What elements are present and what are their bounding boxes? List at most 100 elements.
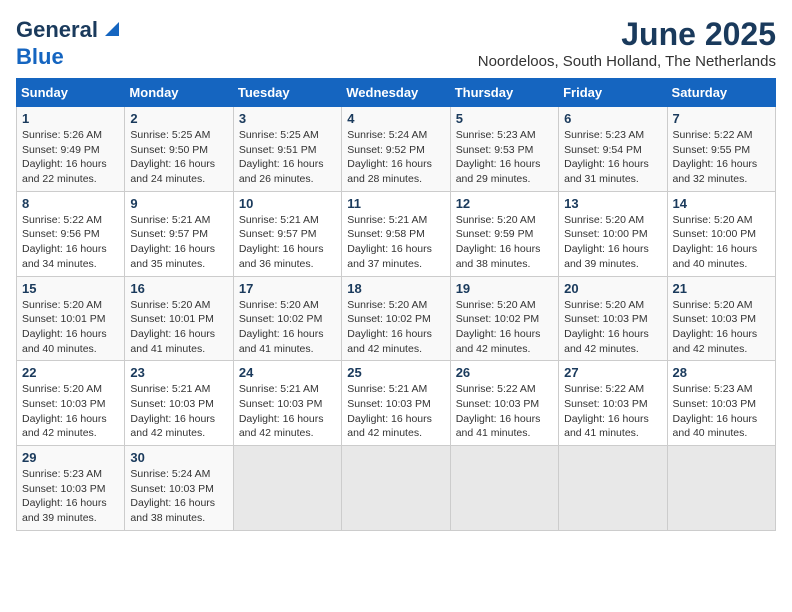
day-number: 2 [130,111,227,126]
calendar-cell: 10 Sunrise: 5:21 AMSunset: 9:57 PMDayligh… [233,191,341,276]
day-number: 28 [673,365,770,380]
day-info: Sunrise: 5:20 AMSunset: 9:59 PMDaylight:… [456,213,553,272]
day-info: Sunrise: 5:21 AMSunset: 9:57 PMDaylight:… [130,213,227,272]
day-number: 22 [22,365,119,380]
calendar-cell: 30 Sunrise: 5:24 AMSunset: 10:03 PMDaylig… [125,446,233,531]
calendar-cell: 20 Sunrise: 5:20 AMSunset: 10:03 PMDaylig… [559,276,667,361]
calendar-cell: 12 Sunrise: 5:20 AMSunset: 9:59 PMDayligh… [450,191,558,276]
day-info: Sunrise: 5:20 AMSunset: 10:03 PMDaylight… [22,382,119,441]
day-number: 4 [347,111,444,126]
day-number: 19 [456,281,553,296]
calendar-cell: 1 Sunrise: 5:26 AMSunset: 9:49 PMDaylight… [17,107,125,192]
day-number: 26 [456,365,553,380]
day-info: Sunrise: 5:20 AMSunset: 10:01 PMDaylight… [130,298,227,357]
day-info: Sunrise: 5:25 AMSunset: 9:50 PMDaylight:… [130,128,227,187]
calendar-week-row: 22 Sunrise: 5:20 AMSunset: 10:03 PMDaylig… [17,361,776,446]
day-info: Sunrise: 5:22 AMSunset: 9:56 PMDaylight:… [22,213,119,272]
calendar-cell: 11 Sunrise: 5:21 AMSunset: 9:58 PMDayligh… [342,191,450,276]
calendar-week-row: 1 Sunrise: 5:26 AMSunset: 9:49 PMDaylight… [17,107,776,192]
calendar-cell: 4 Sunrise: 5:24 AMSunset: 9:52 PMDaylight… [342,107,450,192]
column-header-sunday: Sunday [17,79,125,107]
day-info: Sunrise: 5:21 AMSunset: 10:03 PMDaylight… [347,382,444,441]
calendar-cell: 28 Sunrise: 5:23 AMSunset: 10:03 PMDaylig… [667,361,775,446]
day-number: 6 [564,111,661,126]
day-info: Sunrise: 5:21 AMSunset: 10:03 PMDaylight… [239,382,336,441]
day-info: Sunrise: 5:26 AMSunset: 9:49 PMDaylight:… [22,128,119,187]
day-number: 11 [347,196,444,211]
logo-text-blue: Blue [16,44,64,69]
day-info: Sunrise: 5:21 AMSunset: 9:57 PMDaylight:… [239,213,336,272]
day-info: Sunrise: 5:20 AMSunset: 10:00 PMDaylight… [564,213,661,272]
day-number: 27 [564,365,661,380]
day-info: Sunrise: 5:20 AMSunset: 10:03 PMDaylight… [673,298,770,357]
day-number: 1 [22,111,119,126]
column-header-wednesday: Wednesday [342,79,450,107]
column-header-monday: Monday [125,79,233,107]
day-number: 29 [22,450,119,465]
day-info: Sunrise: 5:20 AMSunset: 10:00 PMDaylight… [673,213,770,272]
calendar-cell: 15 Sunrise: 5:20 AMSunset: 10:01 PMDaylig… [17,276,125,361]
calendar-cell: 21Sunrise: 5:20 AMSunset: 10:03 PMDaylig… [667,276,775,361]
day-info: Sunrise: 5:22 AMSunset: 10:03 PMDaylight… [456,382,553,441]
calendar-cell [450,446,558,531]
day-info: Sunrise: 5:22 AMSunset: 10:03 PMDaylight… [564,382,661,441]
day-number: 20 [564,281,661,296]
logo: General Blue [16,16,123,69]
day-info: Sunrise: 5:22 AMSunset: 9:55 PMDaylight:… [673,128,770,187]
calendar-cell [342,446,450,531]
column-header-saturday: Saturday [667,79,775,107]
calendar-cell: 5Sunrise: 5:23 AMSunset: 9:53 PMDaylight… [450,107,558,192]
location-subtitle: Noordeloos, South Holland, The Netherlan… [478,53,776,70]
day-number: 17 [239,281,336,296]
day-number: 12 [456,196,553,211]
calendar-cell: 27 Sunrise: 5:22 AMSunset: 10:03 PMDaylig… [559,361,667,446]
calendar-week-row: 8 Sunrise: 5:22 AMSunset: 9:56 PMDaylight… [17,191,776,276]
day-info: Sunrise: 5:20 AMSunset: 10:02 PMDaylight… [239,298,336,357]
calendar-cell: 3Sunrise: 5:25 AMSunset: 9:51 PMDaylight… [233,107,341,192]
calendar-cell: 24Sunrise: 5:21 AMSunset: 10:03 PMDaylig… [233,361,341,446]
day-info: Sunrise: 5:20 AMSunset: 10:02 PMDaylight… [347,298,444,357]
calendar-week-row: 29Sunrise: 5:23 AMSunset: 10:03 PMDaylig… [17,446,776,531]
calendar-cell: 19 Sunrise: 5:20 AMSunset: 10:02 PMDaylig… [450,276,558,361]
page-header: General Blue June 2025 Noordeloos, South… [16,16,776,70]
column-header-tuesday: Tuesday [233,79,341,107]
day-number: 18 [347,281,444,296]
day-info: Sunrise: 5:25 AMSunset: 9:51 PMDaylight:… [239,128,336,187]
calendar-cell: 22 Sunrise: 5:20 AMSunset: 10:03 PMDaylig… [17,361,125,446]
calendar-cell: 9Sunrise: 5:21 AMSunset: 9:57 PMDaylight… [125,191,233,276]
day-number: 8 [22,196,119,211]
day-info: Sunrise: 5:23 AMSunset: 9:54 PMDaylight:… [564,128,661,187]
calendar-cell: 25 Sunrise: 5:21 AMSunset: 10:03 PMDaylig… [342,361,450,446]
calendar-cell: 7 Sunrise: 5:22 AMSunset: 9:55 PMDaylight… [667,107,775,192]
calendar-cell: 17 Sunrise: 5:20 AMSunset: 10:02 PMDaylig… [233,276,341,361]
day-number: 30 [130,450,227,465]
calendar-header-row: SundayMondayTuesdayWednesdayThursdayFrid… [17,79,776,107]
day-info: Sunrise: 5:20 AMSunset: 10:03 PMDaylight… [564,298,661,357]
day-number: 7 [673,111,770,126]
column-header-friday: Friday [559,79,667,107]
day-info: Sunrise: 5:24 AMSunset: 9:52 PMDaylight:… [347,128,444,187]
day-number: 10 [239,196,336,211]
day-info: Sunrise: 5:23 AMSunset: 10:03 PMDaylight… [673,382,770,441]
day-number: 25 [347,365,444,380]
day-info: Sunrise: 5:20 AMSunset: 10:02 PMDaylight… [456,298,553,357]
title-block: June 2025 Noordeloos, South Holland, The… [478,16,776,70]
calendar-cell: 29Sunrise: 5:23 AMSunset: 10:03 PMDaylig… [17,446,125,531]
day-number: 5 [456,111,553,126]
calendar-cell [233,446,341,531]
calendar-week-row: 15 Sunrise: 5:20 AMSunset: 10:01 PMDaylig… [17,276,776,361]
calendar-cell [667,446,775,531]
day-info: Sunrise: 5:20 AMSunset: 10:01 PMDaylight… [22,298,119,357]
calendar-cell: 16Sunrise: 5:20 AMSunset: 10:01 PMDaylig… [125,276,233,361]
calendar-cell: 23Sunrise: 5:21 AMSunset: 10:03 PMDaylig… [125,361,233,446]
day-info: Sunrise: 5:21 AMSunset: 9:58 PMDaylight:… [347,213,444,272]
column-header-thursday: Thursday [450,79,558,107]
day-info: Sunrise: 5:24 AMSunset: 10:03 PMDaylight… [130,467,227,526]
day-number: 15 [22,281,119,296]
calendar-cell [559,446,667,531]
month-year-title: June 2025 [478,16,776,53]
calendar-cell: 26 Sunrise: 5:22 AMSunset: 10:03 PMDaylig… [450,361,558,446]
day-number: 13 [564,196,661,211]
calendar-cell: 18 Sunrise: 5:20 AMSunset: 10:02 PMDaylig… [342,276,450,361]
calendar-cell: 6 Sunrise: 5:23 AMSunset: 9:54 PMDaylight… [559,107,667,192]
